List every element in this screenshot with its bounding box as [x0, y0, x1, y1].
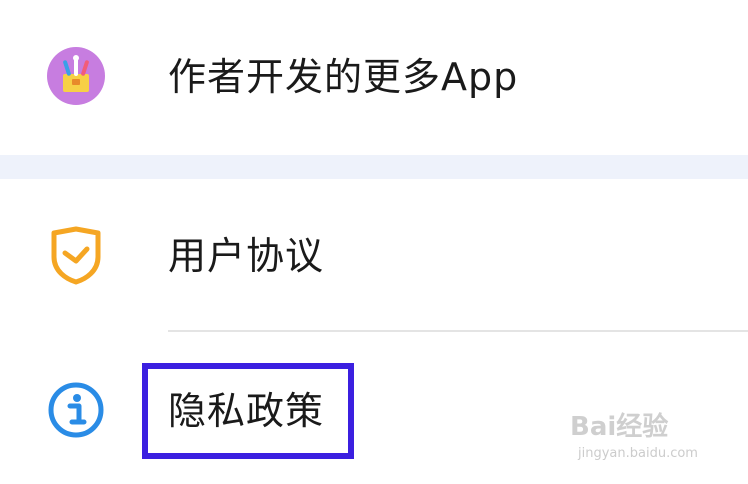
- settings-item-more-apps[interactable]: 作者开发的更多App: [0, 0, 748, 155]
- annotation-highlight-box: [142, 363, 354, 459]
- info-icon: [46, 380, 106, 440]
- watermark-brand: Bai经验: [570, 412, 669, 442]
- watermark-url: jingyan.baidu.com: [578, 446, 698, 461]
- settings-item-user-agreement[interactable]: 用户协议: [0, 179, 748, 331]
- baidu-jingyan-watermark: Bai经验 jingyan.baidu.com: [570, 400, 720, 470]
- shield-check-icon: [46, 225, 106, 285]
- settings-item-label: 用户协议: [168, 234, 325, 278]
- toolbox-icon: [46, 46, 106, 106]
- settings-screen: 作者开发的更多App 用户协议 隐私政策 Bai经验 jingyan.baidu…: [0, 0, 748, 484]
- section-separator: [0, 155, 748, 179]
- settings-item-label: 作者开发的更多App: [168, 55, 519, 99]
